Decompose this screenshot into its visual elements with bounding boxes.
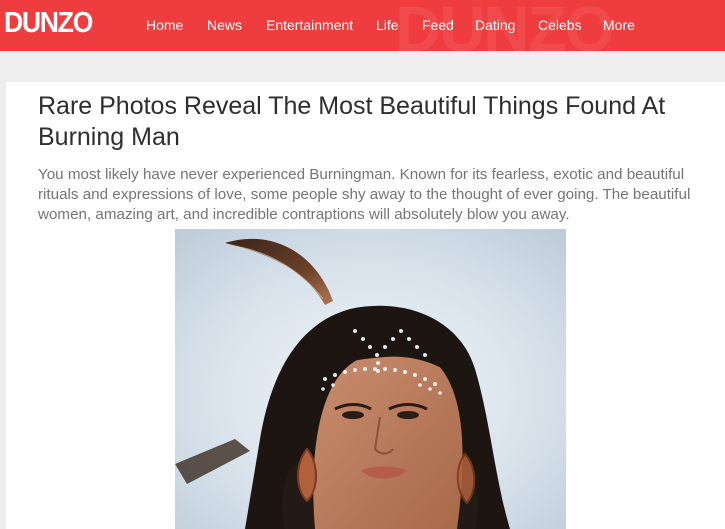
nav-more[interactable]: More — [603, 16, 635, 34]
nav-feed[interactable]: Feed — [422, 16, 454, 34]
top-navbar: DUNZO DUNZO Home News Entertainment Life… — [0, 0, 725, 51]
nav-celebs[interactable]: Celebs — [538, 16, 582, 34]
portrait-photo — [175, 229, 566, 529]
nav-life[interactable]: Life — [376, 16, 399, 34]
article-title: Rare Photos Reveal The Most Beautiful Th… — [38, 92, 666, 151]
site-logo[interactable]: DUNZO — [4, 6, 93, 40]
hero-image[interactable] — [175, 229, 566, 529]
nav-news[interactable]: News — [207, 16, 242, 34]
nav-dating[interactable]: Dating — [475, 16, 515, 34]
nav-entertainment[interactable]: Entertainment — [266, 16, 353, 34]
nav-home[interactable]: Home — [146, 16, 183, 34]
article-intro: You most likely have never experienced B… — [38, 166, 691, 223]
